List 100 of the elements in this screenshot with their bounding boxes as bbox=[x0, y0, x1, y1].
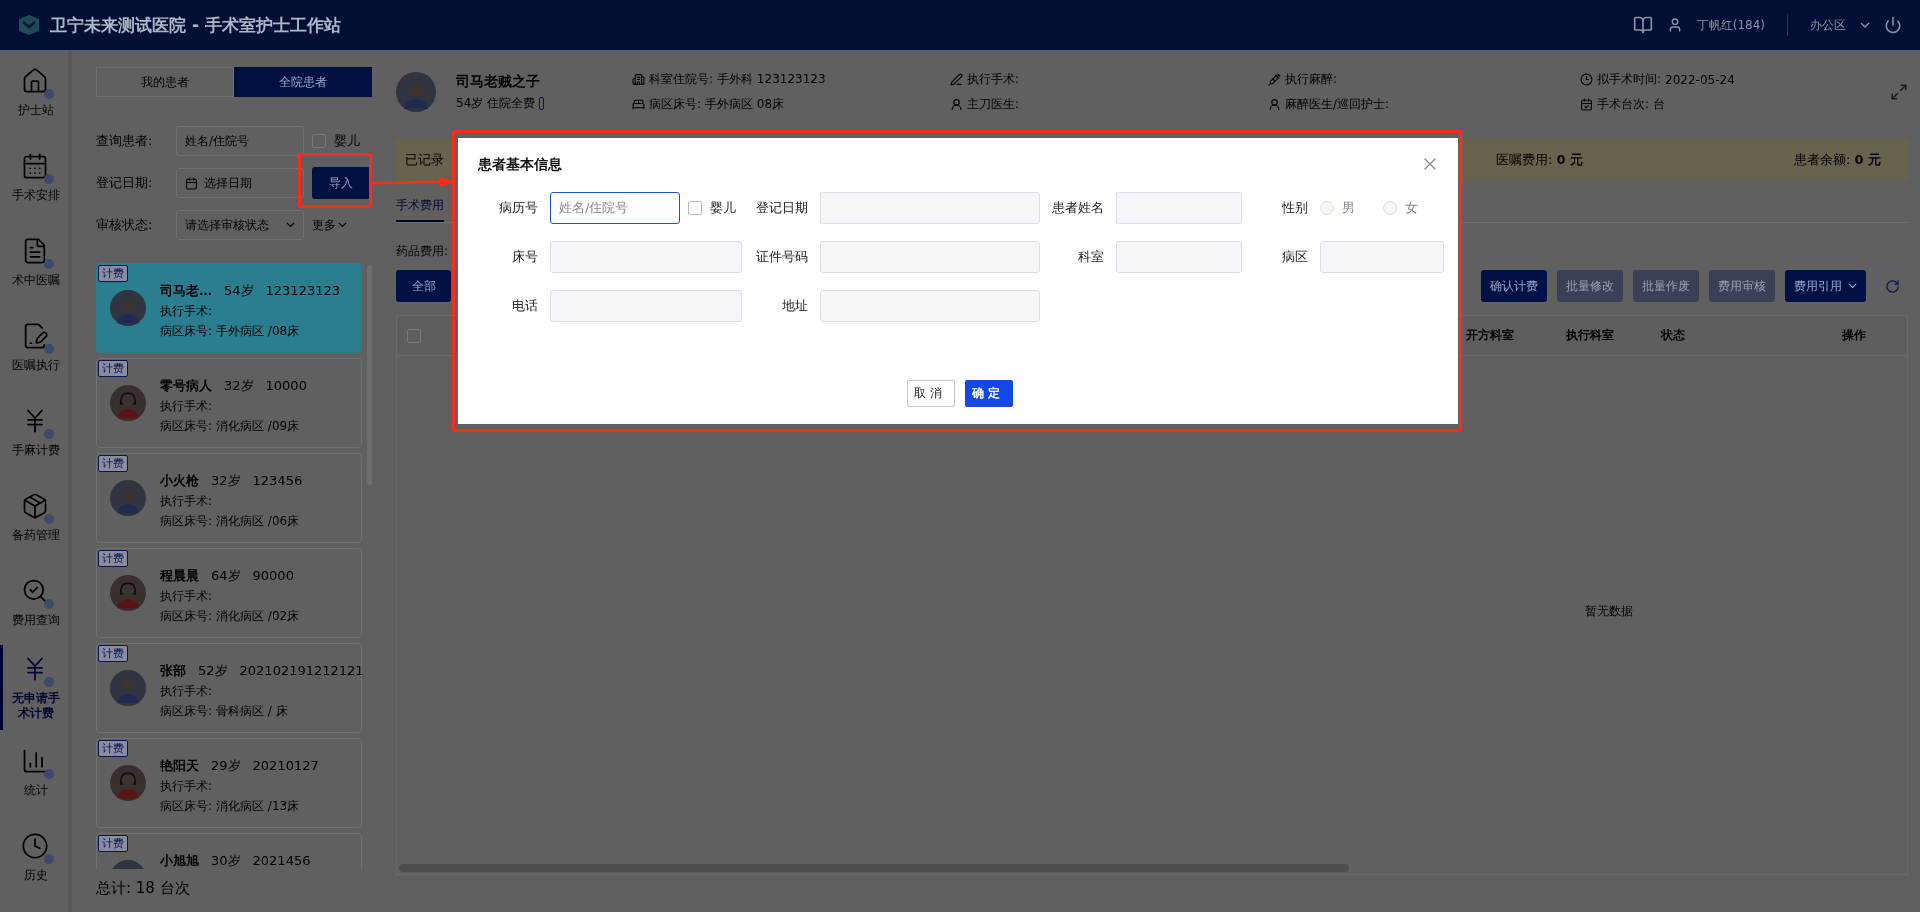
nav-item[interactable]: 统计 bbox=[0, 730, 68, 815]
field-label: 病区 bbox=[1281, 248, 1308, 266]
input-field[interactable] bbox=[1116, 241, 1242, 273]
patient-card[interactable]: 计费 司马老… 54岁 123123123 执行手术: 病区床号: 手外病区 /08床 bbox=[96, 263, 362, 353]
action-button[interactable]: 费用引用 bbox=[1785, 270, 1866, 302]
patient-tab[interactable]: 全院患者 bbox=[234, 67, 372, 97]
ward-value: 消化病区 /13床 bbox=[216, 798, 300, 815]
patient-card[interactable]: 计费 张部 52岁 202102191212121 执行手术: 病区床号: 骨科病区 / 床 bbox=[96, 643, 362, 733]
checkbox-label: 婴儿 bbox=[334, 132, 360, 150]
radio-button[interactable] bbox=[1383, 201, 1397, 215]
drug-fee-label: 药品费用: bbox=[396, 243, 449, 260]
ward-value: 消化病区 /06床 bbox=[216, 513, 300, 530]
nav-item[interactable]: 手麻计费 bbox=[0, 390, 68, 475]
patient-name: 程晨晨 bbox=[160, 567, 199, 585]
input-field[interactable] bbox=[1320, 241, 1444, 273]
avatar-icon bbox=[110, 480, 146, 516]
ward-label: 病区床号: bbox=[160, 323, 213, 340]
surgery-label: 执行手术: bbox=[160, 683, 214, 700]
patient-name: 零号病人 bbox=[160, 377, 212, 395]
patient-card[interactable]: 计费 程晨晨 64岁 90000 执行手术: 病区床号: 消化病区 /02床 bbox=[96, 548, 362, 638]
radio-button[interactable] bbox=[1320, 201, 1334, 215]
patient-card[interactable]: 计费 零号病人 32岁 10000 执行手术: 病区床号: 消化病区 /09床 bbox=[96, 358, 362, 448]
patient-number: 10000 bbox=[265, 378, 307, 393]
refresh-button[interactable] bbox=[1876, 270, 1908, 302]
patient-tab[interactable]: 我的患者 bbox=[96, 67, 234, 97]
column-header: 操作 bbox=[1841, 327, 1867, 344]
nav-item[interactable]: 备药管理 bbox=[0, 475, 68, 560]
checkbox[interactable] bbox=[688, 201, 702, 215]
info-value: 2022-05-24 bbox=[1665, 72, 1735, 87]
nav-item[interactable]: 医嘱执行 bbox=[0, 305, 68, 390]
confirm-button[interactable]: 确定 bbox=[964, 380, 1013, 407]
patient-name: 小火枪 bbox=[160, 472, 199, 490]
status-select[interactable]: 请选择审核状态 bbox=[176, 210, 304, 240]
filter-button[interactable]: 全部 bbox=[396, 270, 451, 302]
info-value: 台 bbox=[1653, 96, 1666, 113]
patient-name: 艳阳天 bbox=[160, 757, 199, 775]
patient-number: 20210127 bbox=[252, 758, 319, 773]
date-field[interactable]: 选择日期 bbox=[176, 168, 304, 198]
patient-card[interactable]: 计费 艳阳天 29岁 20210127 执行手术: 病区床号: 消化病区 /13床 bbox=[96, 738, 362, 828]
input-field[interactable] bbox=[820, 192, 1040, 224]
billing-tag: 计费 bbox=[98, 835, 128, 852]
patient-number: 123123123 bbox=[265, 283, 340, 298]
import-button[interactable]: 导入 bbox=[312, 167, 370, 199]
patient-age: 32岁 bbox=[211, 472, 241, 490]
nav-item[interactable]: 无申请手术计费 bbox=[0, 645, 68, 730]
field-label: 床号 bbox=[511, 248, 538, 266]
patient-age: 54岁 bbox=[224, 282, 254, 300]
field-label: 审核状态: bbox=[96, 216, 154, 234]
avatar-icon bbox=[110, 765, 146, 801]
power-icon[interactable] bbox=[1884, 16, 1902, 34]
ward-label: 病区床号: bbox=[160, 608, 213, 625]
billing-tag: 计费 bbox=[98, 360, 128, 377]
column-header: 开方科室 bbox=[1465, 327, 1515, 344]
nav-item[interactable]: 术中医嘱 bbox=[0, 220, 68, 305]
nav-item[interactable]: 护士站 bbox=[0, 50, 68, 135]
billing-tag: 计费 bbox=[98, 455, 128, 472]
payment-type: 住院全费 bbox=[487, 94, 536, 112]
info-label: 拟手术时间: bbox=[1597, 71, 1662, 88]
patient-card[interactable]: 计费 小旭旭 30岁 2021456 bbox=[96, 833, 362, 869]
input-field[interactable] bbox=[1116, 192, 1242, 224]
billing-tag: 计费 bbox=[98, 550, 128, 567]
nav-item[interactable]: 费用查询 bbox=[0, 560, 68, 645]
checkbox-label: 婴儿 bbox=[710, 199, 736, 217]
content-tab[interactable]: 手术费用 bbox=[396, 191, 444, 222]
patient-card[interactable]: 计费 小火枪 32岁 123456 执行手术: 病区床号: 消化病区 /06床 bbox=[96, 453, 362, 543]
ward-value: 手外病区 /08床 bbox=[216, 323, 300, 340]
ward-label: 病区床号: bbox=[160, 703, 213, 720]
input-field[interactable] bbox=[820, 290, 1040, 322]
checkbox[interactable] bbox=[312, 134, 326, 148]
syringe-icon bbox=[1268, 73, 1281, 86]
nav-item[interactable]: 手术安排 bbox=[0, 135, 68, 220]
patient-age: 54岁 bbox=[456, 94, 484, 112]
action-button[interactable]: 确认计费 bbox=[1481, 270, 1547, 302]
input-field[interactable] bbox=[820, 241, 1040, 273]
patient-name: 张部 bbox=[160, 662, 186, 680]
location-name[interactable]: 办公区 bbox=[1810, 16, 1846, 34]
select-all-checkbox[interactable] bbox=[407, 328, 421, 343]
surgery-label: 执行手术: bbox=[160, 303, 214, 320]
cancel-button[interactable]: 取消 bbox=[906, 380, 955, 407]
info-value: 手外病区 08床 bbox=[705, 96, 785, 113]
patient-name: 司马老… bbox=[160, 282, 212, 300]
expand-icon[interactable] bbox=[1890, 83, 1908, 101]
patient-age: 30岁 bbox=[211, 852, 241, 869]
ward-value: 骨科病区 / 床 bbox=[216, 703, 288, 720]
info-label: 麻醉医生/巡回护士: bbox=[1285, 96, 1390, 113]
ward-value: 消化病区 /09床 bbox=[216, 418, 300, 435]
calendar-icon bbox=[185, 176, 198, 190]
input-field[interactable] bbox=[550, 290, 742, 322]
input-field[interactable]: 姓名/住院号 bbox=[550, 192, 680, 224]
book-icon[interactable] bbox=[1632, 15, 1653, 35]
field-label: 患者姓名 bbox=[1052, 199, 1104, 217]
field-label: 电话 bbox=[511, 297, 538, 315]
more-button[interactable]: 更多 bbox=[312, 216, 347, 234]
patient-age: 29岁 bbox=[211, 757, 241, 775]
nav-item[interactable]: 历史 bbox=[0, 815, 68, 900]
input-field[interactable] bbox=[550, 241, 742, 273]
surgery-label: 执行手术: bbox=[160, 398, 214, 415]
ward-value: 消化病区 /02床 bbox=[216, 608, 300, 625]
column-header: 执行科室 bbox=[1565, 327, 1615, 344]
search-field[interactable]: 姓名/住院号 bbox=[176, 126, 304, 156]
